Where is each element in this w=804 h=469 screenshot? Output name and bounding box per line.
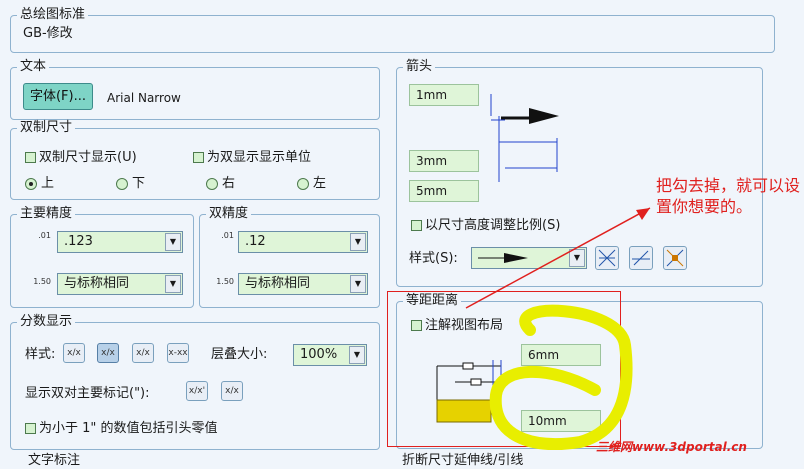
font-name: Arial Narrow: [107, 91, 181, 105]
dual-precision-select[interactable]: .12 ▼: [238, 231, 368, 253]
dual-tolerance-value: 与标称相同: [245, 276, 311, 291]
precision-icon: .01: [221, 231, 234, 240]
position-right-label: 右: [222, 176, 236, 191]
stack-size-value: 100%: [300, 347, 338, 362]
dual-dimension-group: 双制尺寸 双制尺寸显示(U) 为双显示显示单位 上 下 右 左: [10, 120, 380, 200]
dual-marks-off-button[interactable]: x/x: [221, 381, 243, 401]
dual-precision-value: .12: [245, 234, 266, 249]
primary-precision-value: .123: [64, 234, 93, 249]
primary-tolerance-select[interactable]: 与标称相同 ▼: [57, 273, 183, 295]
chevron-down-icon[interactable]: ▼: [350, 233, 366, 251]
primary-precision-group: 主要精度 .01 .123 ▼ 1.50 与标称相同 ▼: [10, 206, 194, 308]
show-units-checkbox[interactable]: [193, 152, 204, 163]
fraction-display-title: 分数显示: [17, 314, 76, 330]
chevron-down-icon[interactable]: ▼: [349, 346, 365, 364]
fraction-style-label: 样式:: [25, 347, 56, 362]
dual-tolerance-select[interactable]: 与标称相同 ▼: [238, 273, 368, 295]
drafting-standard-group: 总绘图标准 GB-修改: [10, 7, 775, 53]
tolerance-icon: 1.50: [33, 277, 51, 286]
tolerance-icon: 1.50: [216, 277, 234, 286]
arrow-dimension-diagram: [490, 94, 559, 182]
show-units-label: 为双显示显示单位: [207, 150, 312, 165]
position-top-label: 上: [41, 176, 55, 191]
chevron-down-icon[interactable]: ▼: [350, 275, 366, 293]
chevron-down-icon[interactable]: ▼: [165, 275, 181, 293]
drafting-standard-title: 总绘图标准: [17, 7, 89, 23]
primary-precision-select[interactable]: .123 ▼: [57, 231, 183, 253]
stack-size-label: 层叠大小:: [211, 347, 268, 362]
primary-tolerance-value: 与标称相同: [64, 276, 130, 291]
position-left-label: 左: [313, 176, 327, 191]
position-right-radio[interactable]: [206, 178, 218, 190]
fraction-display-group: 分数显示 样式: x/x x/x x/x x-xx 层叠大小: 100% ▼ 显…: [10, 314, 380, 450]
position-left-radio[interactable]: [297, 178, 309, 190]
annotation-note: 把勾去掉，就可以设置你想要的。: [656, 176, 801, 216]
position-top-radio[interactable]: [25, 178, 37, 190]
bottom-left-partial-label: 文字标注: [28, 453, 81, 468]
dual-dimension-title: 双制尺寸: [17, 120, 76, 136]
leading-zero-checkbox[interactable]: [25, 423, 36, 434]
fraction-style-small-button[interactable]: x/x: [132, 343, 154, 363]
dual-precision-title: 双精度: [206, 206, 252, 222]
position-bottom-radio[interactable]: [116, 178, 128, 190]
leading-zero-label: 为小于 1" 的数值包括引头零值: [39, 421, 218, 436]
fraction-style-diagonal-button[interactable]: x/x: [63, 343, 85, 363]
chevron-down-icon[interactable]: ▼: [165, 233, 181, 251]
position-bottom-label: 下: [132, 176, 146, 191]
arrows-title: 箭头: [403, 59, 436, 75]
show-dual-checkbox[interactable]: [25, 152, 36, 163]
bottom-right-partial-label: 折断尺寸延伸线/引线: [402, 453, 524, 468]
arrow-size-2-field[interactable]: 3mm: [409, 150, 479, 172]
text-group-title: 文本: [17, 59, 50, 75]
dual-marks-on-button[interactable]: x/x': [186, 381, 208, 401]
stack-size-select[interactable]: 100% ▼: [293, 344, 367, 366]
dual-marks-label: 显示双对主要标记("):: [25, 386, 150, 401]
show-dual-label: 双制尺寸显示(U): [39, 150, 137, 165]
annotation-overlay: [465, 207, 651, 450]
precision-icon: .01: [38, 231, 51, 240]
drafting-standard-value[interactable]: GB-修改: [23, 26, 73, 42]
fraction-style-linear-button[interactable]: x-xx: [167, 343, 189, 363]
font-button[interactable]: 字体(F)...: [23, 83, 93, 110]
arrow-size-1-field[interactable]: 1mm: [409, 84, 479, 106]
dual-precision-group: 双精度 .01 .12 ▼ 1.50 与标称相同 ▼: [199, 206, 380, 308]
primary-precision-title: 主要精度: [17, 206, 76, 222]
text-group: 文本 字体(F)... Arial Narrow: [10, 59, 380, 120]
watermark: 三维网www.3dportal.cn: [596, 440, 747, 454]
fraction-style-stacked-button[interactable]: x/x: [97, 343, 119, 363]
